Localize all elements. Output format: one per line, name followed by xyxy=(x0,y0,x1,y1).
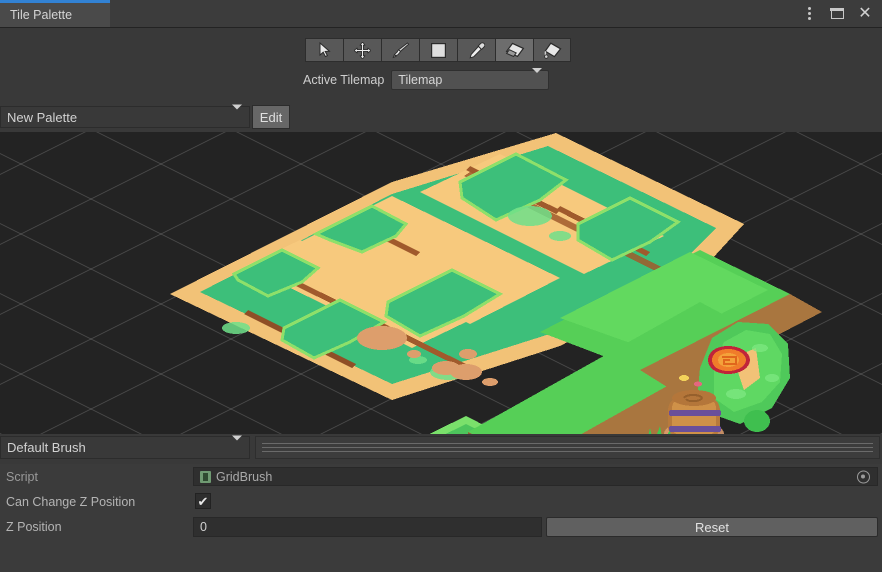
paint-tool[interactable] xyxy=(381,38,419,62)
picker-tool[interactable] xyxy=(457,38,495,62)
active-tilemap-dropdown[interactable]: Tilemap xyxy=(391,68,550,90)
drag-handle-icon[interactable] xyxy=(255,436,880,459)
move-arrows-icon xyxy=(354,41,371,59)
paint-bucket-icon xyxy=(544,41,562,59)
script-asset-icon xyxy=(200,470,211,483)
script-value: GridBrush xyxy=(216,469,273,484)
z-position-value: 0 xyxy=(200,520,207,534)
barrel-object xyxy=(664,390,724,434)
tab-label: Tile Palette xyxy=(10,8,73,22)
close-icon: ✕ xyxy=(858,4,872,22)
reset-button[interactable]: Reset xyxy=(546,517,878,537)
active-tilemap-label: Active Tilemap xyxy=(303,73,385,87)
can-change-z-row: Can Change Z Position ✔ xyxy=(0,489,882,514)
active-tilemap-row: Active Tilemap Tilemap xyxy=(303,68,550,90)
z-position-label: Z Position xyxy=(6,519,62,534)
window-controls: ✕ xyxy=(796,0,878,27)
brush-dropdown[interactable]: Default Brush xyxy=(0,435,250,459)
maximize-icon xyxy=(830,7,844,19)
fill-tool[interactable] xyxy=(533,38,571,62)
tilemap-artwork[interactable] xyxy=(0,132,882,434)
brush-properties: Script GridBrush Can Change Z Position ✔… xyxy=(0,464,882,572)
select-tool[interactable] xyxy=(305,38,343,62)
eraser-tool[interactable] xyxy=(495,38,533,62)
filled-square-icon xyxy=(431,42,446,58)
chevron-down-icon xyxy=(232,104,242,125)
window-tab-bar: Tile Palette ✕ xyxy=(0,0,882,28)
palette-dropdown[interactable]: New Palette xyxy=(0,104,250,128)
kebab-menu-icon xyxy=(807,7,811,20)
brush-select-row: Default Brush xyxy=(0,434,882,464)
edit-button-label: Edit xyxy=(259,109,283,125)
tile-palette-window: Tile Palette ✕ Active Tilemap Tilemap Ne… xyxy=(0,0,882,572)
active-tilemap-value: Tilemap xyxy=(398,73,443,87)
palette-select-row: New Palette xyxy=(0,103,882,132)
chevron-down-icon xyxy=(232,435,242,455)
check-icon: ✔ xyxy=(197,493,209,509)
box-fill-tool[interactable] xyxy=(419,38,457,62)
paintbrush-icon xyxy=(391,42,409,59)
maximize-button[interactable] xyxy=(824,0,850,27)
can-change-z-label: Can Change Z Position xyxy=(6,494,136,509)
close-button[interactable]: ✕ xyxy=(852,0,878,27)
script-row: Script GridBrush xyxy=(0,464,882,489)
tab-tile-palette[interactable]: Tile Palette xyxy=(0,0,110,27)
reset-button-label: Reset xyxy=(695,519,729,535)
eraser-icon xyxy=(505,42,524,58)
can-change-z-checkbox[interactable]: ✔ xyxy=(195,493,211,509)
z-position-input[interactable]: 0 xyxy=(193,517,542,537)
palette-canvas[interactable] xyxy=(0,132,882,434)
tool-buttons xyxy=(305,38,571,62)
z-position-row: Z Position 0 Reset xyxy=(0,514,882,539)
edit-palette-button[interactable]: Edit xyxy=(252,105,290,129)
tile-palette-toolbar: Active Tilemap Tilemap xyxy=(0,28,882,103)
chevron-down-icon xyxy=(532,68,543,87)
object-picker-icon[interactable] xyxy=(857,470,870,483)
eyedropper-icon xyxy=(469,41,485,58)
script-field[interactable]: GridBrush xyxy=(193,467,878,486)
script-label: Script xyxy=(6,469,38,484)
move-tool[interactable] xyxy=(343,38,381,62)
cursor-arrow-icon xyxy=(319,42,331,58)
palette-selected-label: New Palette xyxy=(7,109,78,125)
brush-selected-label: Default Brush xyxy=(7,440,86,455)
kebab-menu-button[interactable] xyxy=(796,0,822,27)
